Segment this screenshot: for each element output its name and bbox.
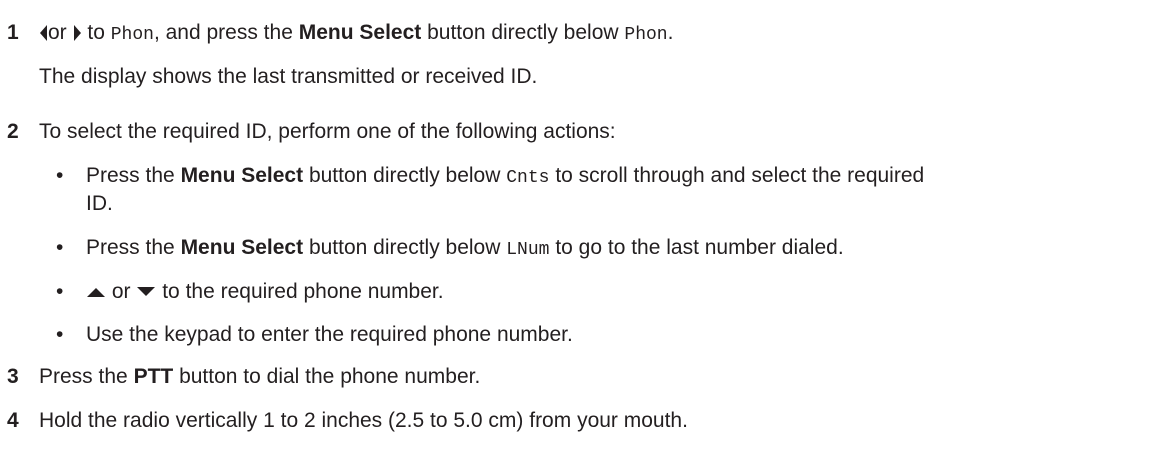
step-4-text: Hold the radio vertically 1 to 2 inches … [39,409,688,432]
bullet-3-mark: • [56,280,64,303]
step-number-1: 1 [7,21,19,44]
right-arrow-icon [73,25,81,42]
bullet-3-text: or to the required phone number. [86,279,444,305]
left-arrow-icon [40,25,47,42]
bullet-1-mark: • [56,164,64,187]
bullet-1-continuation: ID. [86,192,113,215]
bullet-2-mark: • [56,236,64,259]
step-number-4: 4 [7,409,19,432]
bullet-4-text: Use the keypad to enter the required pho… [86,323,573,346]
bullet-1-text: Press the Menu Select button directly be… [86,164,925,188]
step-1-text: or to Phon, and press the Menu Select bu… [39,20,673,48]
step-1-note: The display shows the last transmitted o… [39,65,538,88]
step-3-text: Press the PTT button to dial the phone n… [39,365,481,388]
bullet-2-text: Press the Menu Select button directly be… [86,236,844,260]
step-number-2: 2 [7,120,19,143]
step-number-3: 3 [7,365,19,388]
up-arrow-icon [87,288,105,298]
bullet-4-mark: • [56,323,64,346]
step-2-text: To select the required ID, perform one o… [39,120,616,143]
down-arrow-icon [137,287,156,297]
